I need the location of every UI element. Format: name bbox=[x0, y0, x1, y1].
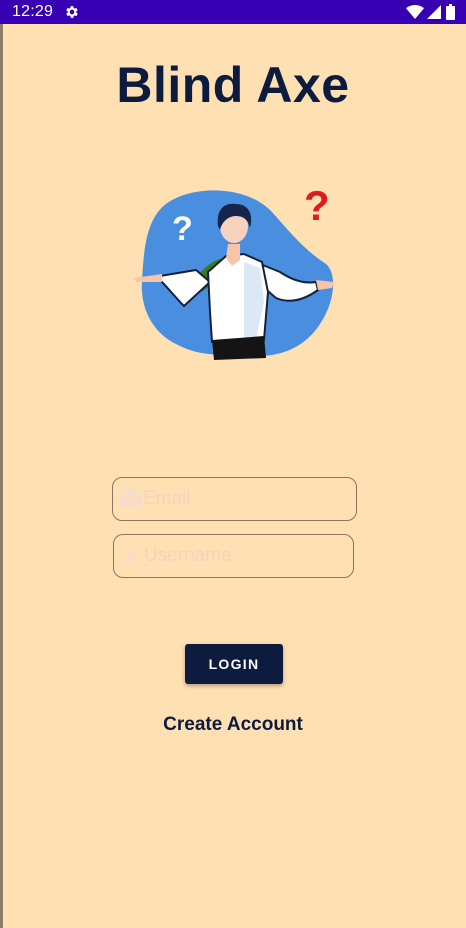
window-edge bbox=[0, 24, 3, 928]
email-icon bbox=[120, 490, 142, 508]
create-account-link[interactable]: Create Account bbox=[0, 714, 466, 736]
gear-icon bbox=[66, 6, 78, 18]
status-time: 12:29 bbox=[12, 3, 54, 20]
status-bar: 12:29 bbox=[0, 0, 466, 24]
wifi-icon bbox=[406, 5, 424, 19]
svg-text:?: ? bbox=[172, 210, 193, 248]
signal-icon bbox=[427, 5, 441, 19]
app-title: Blind Axe bbox=[116, 57, 350, 113]
username-input[interactable] bbox=[144, 535, 344, 576]
battery-icon bbox=[446, 4, 455, 20]
svg-text:?: ? bbox=[304, 182, 330, 229]
pencil-icon bbox=[123, 548, 142, 565]
email-input[interactable] bbox=[143, 478, 343, 519]
email-field[interactable] bbox=[112, 477, 357, 521]
username-field[interactable] bbox=[113, 534, 354, 578]
login-button[interactable]: LOGIN bbox=[185, 644, 283, 684]
confused-person-illustration: ? ? bbox=[134, 182, 334, 360]
app-screen: 12:29 Blind Axe ? ? Email Username LOGIN… bbox=[0, 0, 466, 928]
